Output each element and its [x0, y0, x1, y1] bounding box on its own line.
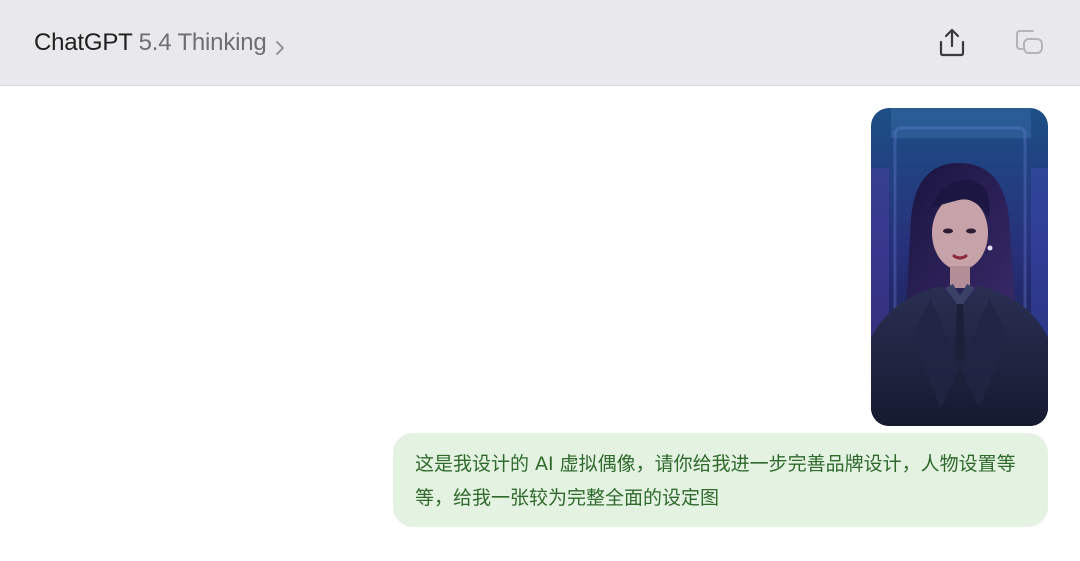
- user-uploaded-image[interactable]: [871, 108, 1048, 426]
- model-version: 5.4 Thinking: [138, 29, 267, 56]
- chat-header: ChatGPT 5.4 Thinking: [0, 0, 1080, 86]
- user-message-bubble: 这是我设计的 AI 虚拟偶像，请你给我进一步完善品牌设计，人物设置等等，给我一张…: [393, 433, 1048, 527]
- share-button[interactable]: [932, 24, 972, 64]
- model-switcher[interactable]: ChatGPT 5.4 Thinking: [34, 27, 285, 59]
- chevron-right-icon: [275, 35, 285, 55]
- user-message-text: 这是我设计的 AI 虚拟偶像，请你给我进一步完善品牌设计，人物设置等等，给我一张…: [415, 453, 1016, 509]
- model-name: ChatGPT: [34, 29, 133, 56]
- idol-portrait-image: [871, 108, 1048, 426]
- share-upload-icon: [938, 27, 966, 61]
- new-chat-button[interactable]: [1009, 24, 1049, 64]
- new-chat-icon: [1013, 27, 1045, 61]
